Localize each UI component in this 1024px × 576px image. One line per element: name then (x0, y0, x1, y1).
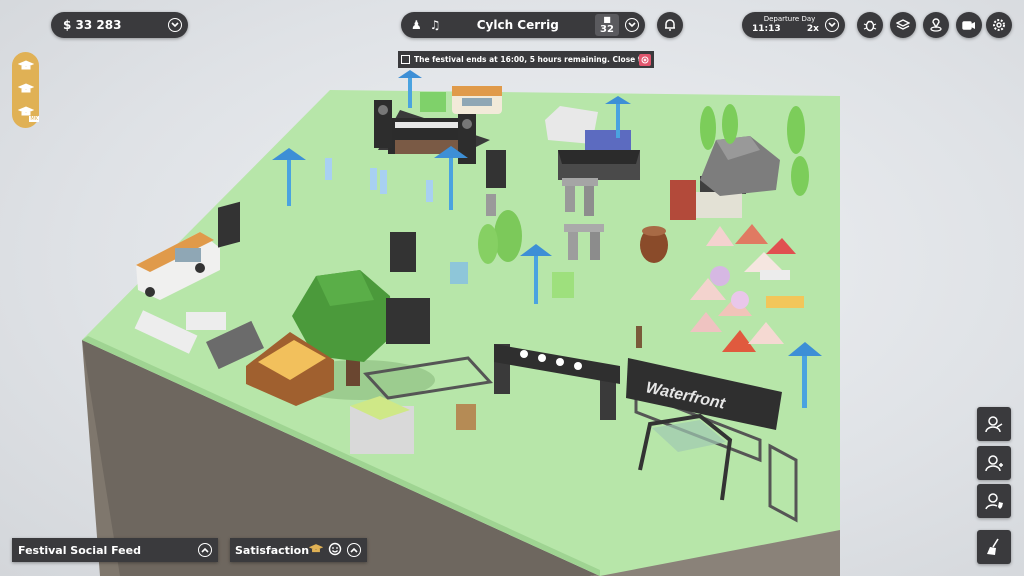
tree-right-4 (791, 156, 809, 196)
notice-text: The festival ends at 16:00, 5 hours rema… (414, 55, 639, 64)
badge-tag: MK (29, 116, 39, 122)
calendar-icon (401, 55, 410, 64)
staff-assign-icon (985, 416, 1003, 433)
map-pin-icon (930, 18, 942, 32)
tree-center-1 (494, 210, 522, 262)
day-label: Departure Day (763, 15, 816, 23)
flower-planter (456, 404, 476, 430)
bug-button[interactable] (857, 12, 883, 38)
close-festival-button[interactable] (639, 53, 651, 66)
billboard-dark[interactable] (386, 298, 430, 344)
red-hut[interactable] (670, 180, 696, 220)
settings-button[interactable] (986, 12, 1012, 38)
satisfaction-panel[interactable]: Satisfaction (230, 538, 367, 562)
graduation-cap-icon (308, 542, 324, 559)
notifications-button[interactable] (657, 12, 683, 38)
camper-van-top[interactable] (452, 86, 502, 114)
chevron-up-icon[interactable] (347, 543, 361, 557)
blue-flag (426, 180, 433, 202)
visitor-count: 32 (600, 24, 614, 35)
info-board-1[interactable] (218, 201, 240, 248)
security-staff-button[interactable] (977, 484, 1011, 518)
layers-button[interactable] (890, 12, 916, 38)
toilet-block[interactable] (420, 92, 446, 112)
location-name: Cylch Cerrig (476, 18, 559, 32)
blue-flag (380, 170, 387, 194)
camera-button[interactable] (956, 12, 982, 38)
chevron-down-icon[interactable] (625, 18, 639, 32)
location-bar[interactable]: ♟ ♫ Cylch Cerrig ■ 32 (401, 12, 645, 38)
close-icon (641, 56, 649, 63)
graduation-cap-icon[interactable] (17, 81, 35, 97)
bell-icon (665, 19, 675, 31)
layers-icon (896, 19, 910, 30)
people-icon: ♟ (411, 18, 422, 32)
cleaning-broom-icon (987, 538, 999, 555)
tree-right-3 (787, 106, 805, 154)
chevron-down-icon[interactable] (825, 18, 839, 32)
satisfaction-title: Satisfaction (235, 543, 310, 557)
map-pin-button[interactable] (923, 12, 949, 38)
gear-icon (993, 19, 1005, 31)
staff-hire-icon (985, 455, 1003, 472)
time-control[interactable]: Departure Day 11:13 2x (742, 12, 845, 38)
barrel[interactable] (640, 226, 668, 263)
camera-icon (962, 21, 975, 30)
bin (450, 262, 468, 284)
social-feed-panel[interactable]: Festival Social Feed (12, 538, 218, 562)
staff-assign-button[interactable] (977, 407, 1011, 441)
garden-post (636, 326, 642, 348)
blue-flag (325, 158, 332, 180)
clock-value: 11:13 (752, 24, 781, 34)
tree-center-2 (478, 224, 498, 264)
attractions-icon: ♫ (429, 18, 441, 32)
tree-right-2 (722, 104, 738, 144)
education-badges-panel: MK (12, 52, 39, 128)
money-display[interactable]: $ 33 283 (51, 12, 188, 38)
bug-icon (863, 20, 877, 32)
chevron-down-icon[interactable] (168, 18, 182, 32)
staff-hire-button[interactable] (977, 446, 1011, 480)
security-staff-icon (985, 493, 1003, 510)
visitor-count-badge: ■ 32 (595, 14, 619, 36)
blue-flag (370, 168, 377, 190)
festival-map-scene[interactable]: Waterfront (0, 0, 1024, 576)
green-crate (552, 272, 574, 298)
graduation-cap-icon[interactable] (17, 58, 35, 74)
info-board-3[interactable] (486, 150, 506, 188)
chevron-up-icon[interactable] (198, 543, 212, 557)
smiley-icon (328, 542, 342, 559)
graduation-cap-icon[interactable]: MK (17, 104, 39, 122)
festival-end-notice[interactable]: The festival ends at 16:00, 5 hours rema… (398, 51, 654, 68)
food-counter-2[interactable] (186, 312, 226, 330)
tree-right-1 (700, 106, 716, 150)
fence-crates (696, 192, 742, 218)
money-value: $ 33 283 (63, 18, 122, 32)
social-feed-title: Festival Social Feed (18, 543, 141, 557)
cleaning-button[interactable] (977, 530, 1011, 564)
info-board-2[interactable] (390, 232, 416, 272)
game-speed[interactable]: 2x (807, 24, 819, 34)
